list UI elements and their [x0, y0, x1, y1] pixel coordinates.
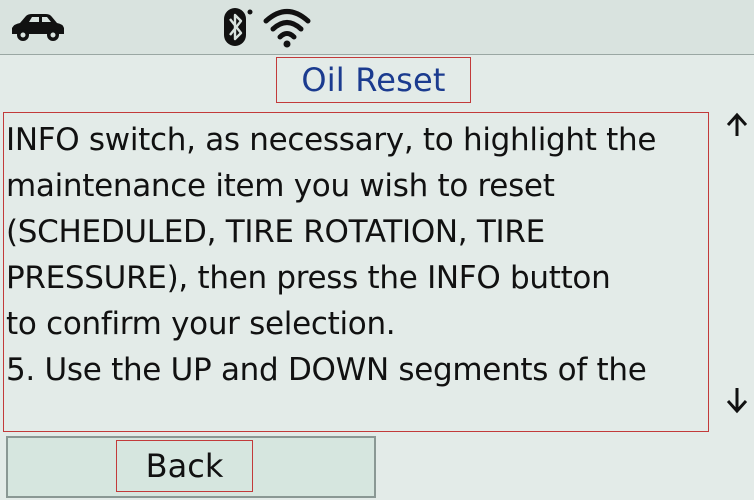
bluetooth-icon: [224, 8, 253, 46]
back-button-label: Back: [145, 447, 224, 485]
instruction-text-area[interactable]: INFO switch, as necessary, to highlight …: [3, 112, 709, 432]
status-bar: [0, 0, 754, 55]
screen-title-text: Oil Reset: [301, 61, 446, 99]
back-button-label-box[interactable]: Back: [116, 440, 253, 492]
car-icon: [12, 14, 64, 41]
screen-title: Oil Reset: [276, 57, 471, 103]
instruction-text: INFO switch, as necessary, to highlight …: [6, 122, 657, 388]
scroll-down-arrow-icon[interactable]: [722, 380, 752, 420]
wifi-icon: [263, 9, 311, 48]
scroll-up-arrow-icon[interactable]: [722, 110, 752, 150]
